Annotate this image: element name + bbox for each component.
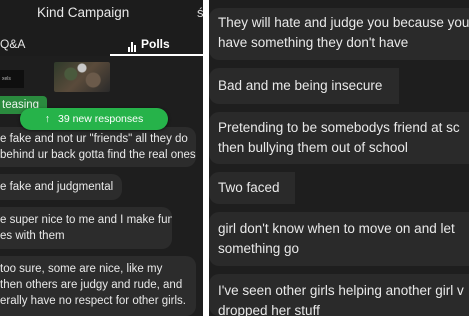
left-screen: Kind Campaign ś Q&A Polls xels teasing e… — [0, 0, 203, 316]
response-card: They will hate and judge you because you… — [209, 8, 469, 60]
tab-qa[interactable]: Q&A — [0, 37, 25, 51]
response-line: behind ur back gotta find the real ones — [0, 149, 196, 161]
tab-bar: Q&A Polls — [0, 32, 203, 56]
response-line: too sure, some are nice, like my — [0, 263, 163, 275]
response-card: Two faced — [209, 172, 295, 204]
response-line: They will hate and judge you because you — [218, 15, 469, 30]
tab-qa-label: Q&A — [0, 37, 26, 51]
tab-polls[interactable]: Polls — [128, 37, 170, 52]
response-line: Two faced — [218, 180, 280, 195]
polls-icon — [128, 38, 137, 52]
response-line: I've seen other girls helping another gi… — [218, 283, 464, 298]
thumbnail-dark[interactable]: xels — [0, 70, 24, 88]
response-line: then bullying them out of school — [218, 140, 408, 155]
response-card: e super nice to me and I make fun es wit… — [0, 207, 172, 249]
response-line: e fake and not ur "friends" all they do — [0, 133, 188, 145]
new-responses-button[interactable]: ↑ 39 new responses — [20, 108, 168, 130]
response-line: then others are judgy and rude, and — [0, 279, 183, 291]
tab-polls-label: Polls — [141, 37, 170, 51]
thumbnail-dark-label: xels — [2, 76, 11, 82]
arrow-up-icon: ↑ — [44, 113, 50, 125]
response-line: e fake and judgmental — [0, 181, 114, 193]
response-card: Bad and me being insecure — [209, 68, 399, 104]
response-card: I've seen other girls helping another gi… — [209, 274, 469, 316]
response-line: dropped her stuff — [218, 303, 320, 316]
response-card: Pretending to be somebodys friend at sc … — [209, 112, 469, 164]
response-line: es with them — [0, 230, 65, 242]
response-line: e super nice to me and I make fun — [0, 214, 172, 226]
thumbnail-photo[interactable] — [54, 62, 110, 92]
response-card: too sure, some are nice, like my then ot… — [0, 256, 196, 316]
media-row: xels — [0, 60, 203, 94]
overflow-icon[interactable]: ś — [197, 5, 203, 20]
response-line: Bad and me being insecure — [218, 78, 383, 93]
response-line: something go — [218, 241, 300, 256]
active-tab-indicator — [110, 54, 203, 56]
app-title: Kind Campaign — [37, 5, 130, 20]
response-line: erally have no respect for other girls. — [0, 295, 187, 307]
response-line: girl don't know when to move on and let — [218, 221, 455, 236]
response-card: girl don't know when to move on and let … — [209, 212, 469, 266]
new-responses-label: 39 new responses — [58, 113, 144, 125]
response-line: Pretending to be somebodys friend at sc — [218, 120, 460, 135]
response-card: e fake and not ur "friends" all they do … — [0, 127, 196, 167]
response-card: e fake and judgmental — [0, 174, 122, 200]
header: Kind Campaign ś Q&A Polls — [0, 0, 203, 56]
response-line: have something they don't have — [218, 35, 409, 50]
